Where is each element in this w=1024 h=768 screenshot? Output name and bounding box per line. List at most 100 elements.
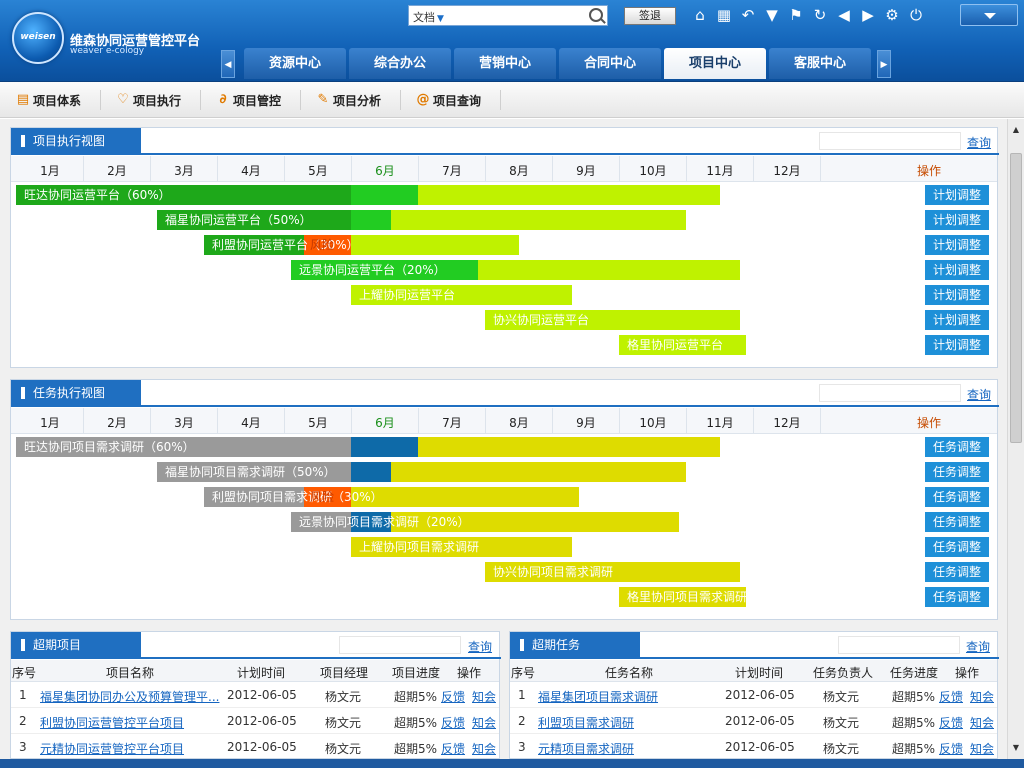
subnav-project-query[interactable]: @ 项目查询 [416,92,482,108]
plan-adjust-button[interactable]: 计划调整 [925,235,989,255]
task-adjust-button[interactable]: 任务调整 [925,537,989,557]
project-search-input[interactable] [819,132,961,150]
back-icon[interactable]: ◀ [834,4,854,26]
current-segment[interactable] [351,462,391,482]
tab-resource-center[interactable]: 资源中心 [244,48,346,79]
apps-icon[interactable]: ▦ [714,4,734,26]
plan-segment[interactable] [391,462,686,482]
title-underline [11,153,999,155]
task-name-link[interactable]: 元精项目需求调研 [538,742,634,756]
progress: 超期5% [892,690,936,704]
project-name-link[interactable]: 元精协同运营管控平台项目 [40,742,184,756]
project-query-link[interactable]: 查询 [967,134,991,151]
task-adjust-button[interactable]: 任务调整 [925,512,989,532]
owner: 杨文元 [325,690,362,704]
overdue-task-query-link[interactable]: 查询 [966,638,990,655]
subnav-project-system[interactable]: ▤ 项目体系 [16,92,81,108]
search-box[interactable]: 文档 ▼ [408,5,608,26]
plan-segment[interactable] [391,210,686,230]
notify-link[interactable]: 知会 [472,688,496,705]
scroll-thumb[interactable] [1010,153,1022,443]
vertical-scrollbar[interactable]: ▲ ▼ [1007,119,1024,759]
plan-segment[interactable] [418,437,720,457]
plan-segment[interactable] [478,260,740,280]
task-adjust-button[interactable]: 任务调整 [925,562,989,582]
current-segment[interactable] [351,210,391,230]
overdue-project-query-link[interactable]: 查询 [468,638,492,655]
feedback-link[interactable]: 反馈 [939,714,963,731]
menu-dropdown-button[interactable] [960,4,1018,26]
month-label: 10月 [639,416,667,430]
plan-adjust-button[interactable]: 计划调整 [925,185,989,205]
feedback-link[interactable]: 反馈 [939,740,963,757]
tabs-scroll-left-icon[interactable]: ◀ [221,50,235,78]
current-segment[interactable] [351,185,418,205]
tab-marketing[interactable]: 营销中心 [454,48,556,79]
row-number: 1 [19,688,27,702]
owner: 杨文元 [823,716,860,730]
plan-segment[interactable] [418,185,720,205]
search-icon[interactable] [589,8,603,22]
subnav-label: 项目体系 [33,93,82,108]
name-cell: 利盟协同运营管控平台项目 [40,714,220,731]
feedback-link[interactable]: 反馈 [939,688,963,705]
gear-icon[interactable]: ⚙ [882,4,902,26]
plan-adjust-button[interactable]: 计划调整 [925,260,989,280]
plan-segment[interactable] [351,487,579,507]
feedback-link[interactable]: 反馈 [441,714,465,731]
refresh-icon[interactable]: ↻ [810,4,830,26]
home-icon[interactable]: ⌂ [690,4,710,26]
scroll-down-icon[interactable]: ▼ [1011,743,1021,753]
tabs-scroll-right-icon[interactable]: ▶ [877,50,891,78]
month-divider [284,408,285,434]
tab-office[interactable]: 综合办公 [349,48,451,79]
overdue-project-search-input[interactable] [339,636,461,654]
feedback-link[interactable]: 反馈 [441,688,465,705]
subnav-project-analysis[interactable]: ✎ 项目分析 [316,92,381,108]
notify-link[interactable]: 知会 [970,688,994,705]
tab-customer-service[interactable]: 客服中心 [769,48,871,79]
notify-link[interactable]: 知会 [970,740,994,757]
task-adjust-button[interactable]: 任务调整 [925,462,989,482]
feedback-link[interactable]: 反馈 [441,740,465,757]
forward-icon[interactable]: ▶ [858,4,878,26]
owner: 杨文元 [823,690,860,704]
signout-button[interactable]: 签退 [624,7,676,25]
plan-adjust-button[interactable]: 计划调整 [925,285,989,305]
tab-project-center[interactable]: 项目中心 [664,48,766,79]
shirt-icon[interactable]: ▼ [762,4,782,26]
weisen-logo[interactable]: weisen [12,12,64,64]
scroll-up-icon[interactable]: ▲ [1011,125,1021,135]
plan-adjust-button[interactable]: 计划调整 [925,210,989,230]
plan-adjust-button[interactable]: 计划调整 [925,310,989,330]
notify-link[interactable]: 知会 [472,740,496,757]
plan-segment[interactable] [351,235,519,255]
ops-header: 操作 [917,164,942,178]
notify-link[interactable]: 知会 [472,714,496,731]
name-cell: 利盟项目需求调研 [538,714,718,731]
subnav-project-control[interactable]: ∂ 项目管控 [216,92,281,108]
current-segment[interactable] [351,437,418,457]
task-adjust-button[interactable]: 任务调整 [925,437,989,457]
task-name-link[interactable]: 利盟项目需求调研 [538,716,634,730]
subnav-project-execution[interactable]: ♡ 项目执行 [116,92,181,108]
notify-link[interactable]: 知会 [970,714,994,731]
overdue-task-search-input[interactable] [838,636,960,654]
task-adjust-button[interactable]: 任务调整 [925,487,989,507]
task-query-link[interactable]: 查询 [967,386,991,403]
project-name-link[interactable]: 利盟协同运营管控平台项目 [40,716,184,730]
month-label: 3月 [174,416,194,430]
plan-adjust-button[interactable]: 计划调整 [925,335,989,355]
undo-icon[interactable]: ↶ [738,4,758,26]
project-name-link[interactable]: 福星集团协同办公及预算管理平... [40,690,219,704]
task-name-link[interactable]: 福星集团项目需求调研 [538,690,658,704]
task-adjust-button[interactable]: 任务调整 [925,587,989,607]
tab-contract[interactable]: 合同中心 [559,48,661,79]
task-search-input[interactable] [819,384,961,402]
heart-icon: ♡ [117,92,129,107]
power-icon[interactable]: ⏻ [906,4,926,26]
search-type-select[interactable]: 文档 ▼ [413,9,444,25]
bottom-bar [0,759,1024,768]
ops-header: 操作 [917,416,942,430]
flag-icon[interactable]: ⚑ [786,4,806,26]
